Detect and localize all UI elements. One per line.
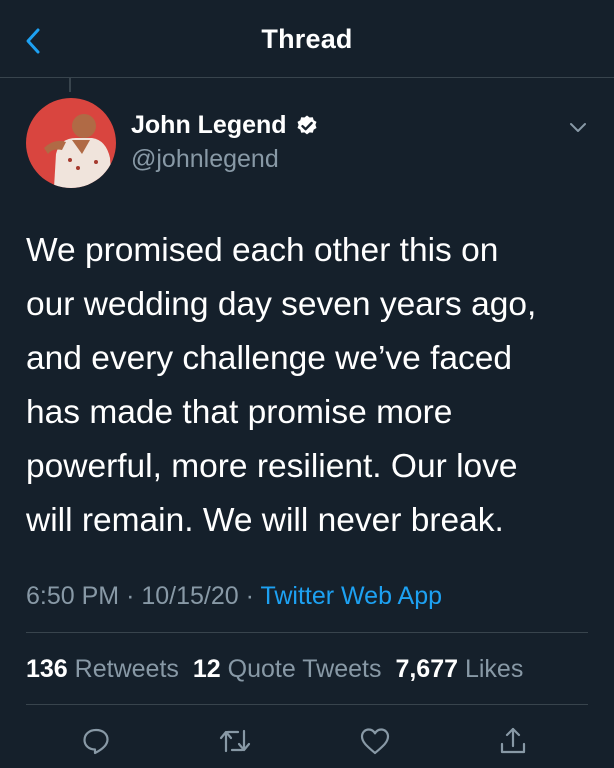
likes-label: Likes: [464, 655, 524, 683]
tweet-source-link[interactable]: Twitter Web App: [260, 582, 442, 610]
tweet-text-line: has made that promise more: [26, 394, 453, 431]
tweet-text-line: will remain. We will never break.: [26, 502, 504, 539]
author-handle[interactable]: @johnlegend: [131, 145, 279, 174]
retweet-icon: [219, 729, 251, 753]
chevron-down-icon: [570, 123, 586, 132]
tweet-text-line: We promised each other this on: [26, 232, 499, 269]
tweet-text-line: and every challenge we’ve faced: [26, 340, 513, 377]
quote-tweets-stat[interactable]: 12 Quote Tweets: [193, 655, 382, 683]
tweet-text-line: our wedding day seven years ago,: [26, 286, 537, 323]
tweet-date[interactable]: 10/15/20: [141, 582, 238, 610]
tweet-time[interactable]: 6:50 PM: [26, 582, 119, 610]
retweets-stat[interactable]: 136 Retweets: [26, 655, 179, 683]
like-button[interactable]: [358, 724, 392, 758]
tweet-text-line: powerful, more resilient. Our love: [26, 448, 518, 485]
tweet-metadata: 6:50 PM · 10/15/20 · Twitter Web App: [26, 582, 442, 611]
tweet-text: We promised each other this on our weddi…: [26, 224, 596, 548]
meta-separator: ·: [126, 582, 135, 610]
divider: [26, 632, 588, 633]
share-icon: [500, 727, 526, 754]
reply-icon: [83, 728, 109, 755]
meta-separator: ·: [245, 582, 254, 610]
likes-count: 7,677: [395, 655, 459, 683]
like-icon: [360, 728, 390, 755]
verified-badge-icon: [297, 115, 317, 134]
reply-button[interactable]: [79, 724, 113, 758]
divider: [26, 704, 588, 705]
avatar[interactable]: [26, 98, 116, 188]
avatar-image: [26, 98, 116, 188]
retweets-label: Retweets: [74, 655, 179, 683]
retweets-count: 136: [26, 655, 68, 683]
share-button[interactable]: [496, 724, 530, 758]
retweet-button[interactable]: [218, 724, 252, 758]
quote-tweets-label: Quote Tweets: [227, 655, 382, 683]
tweet-options-button[interactable]: [566, 115, 590, 139]
thread-connector-line: [69, 78, 71, 92]
author-name[interactable]: John Legend: [131, 111, 287, 140]
tweet-stats: 136 Retweets 12 Quote Tweets 7,677 Likes: [26, 655, 523, 684]
thread-header: Thread: [0, 0, 614, 78]
author-name-row[interactable]: John Legend: [131, 111, 319, 140]
quote-tweets-count: 12: [192, 655, 221, 683]
page-title: Thread: [261, 24, 353, 54]
likes-stat[interactable]: 7,677 Likes: [395, 655, 523, 683]
